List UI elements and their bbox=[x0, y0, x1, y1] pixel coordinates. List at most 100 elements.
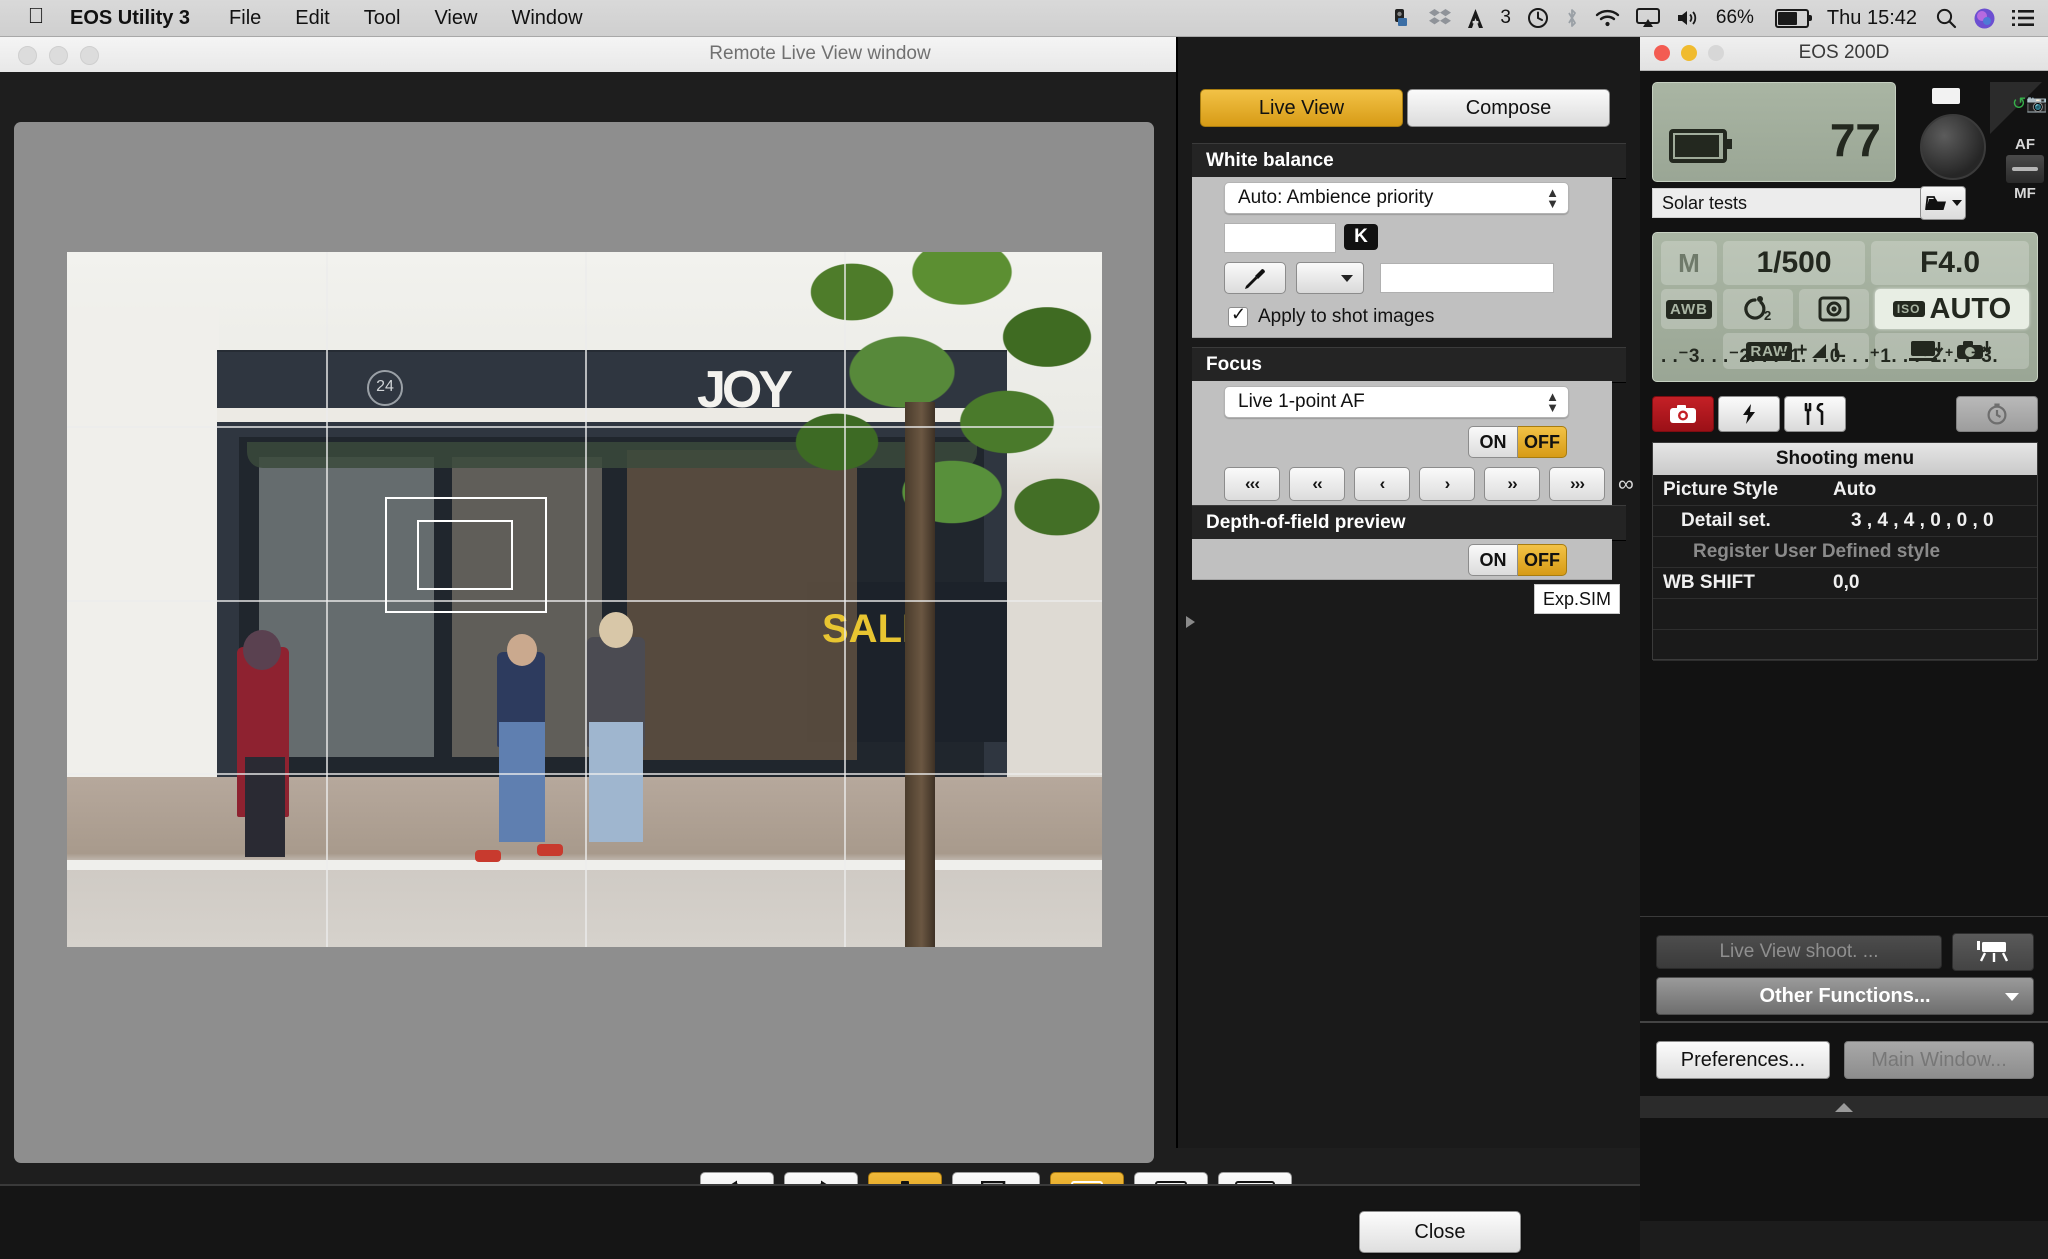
focus-near-1-button[interactable]: ‹ bbox=[1354, 467, 1410, 501]
notification-center-icon[interactable] bbox=[2012, 0, 2034, 36]
menu-row[interactable]: Detail set. 3 , 4 , 4 , 0 , 0 , 0 bbox=[1653, 506, 2037, 537]
menu-row[interactable]: WB SHIFT 0,0 bbox=[1653, 568, 2037, 599]
adobe-icon[interactable] bbox=[1467, 0, 1484, 36]
white-balance-select[interactable]: Auto: Ambience priority ▲ ▼ bbox=[1224, 182, 1569, 214]
dropbox-icon[interactable] bbox=[1429, 0, 1452, 36]
live-view-photo[interactable]: 24 JOY SALE bbox=[67, 252, 1102, 947]
scene-house-number: 24 bbox=[367, 370, 403, 406]
panel-expand-arrow-icon[interactable] bbox=[1186, 616, 1195, 628]
af-mf-switch[interactable]: AF MF bbox=[2006, 136, 2044, 202]
apply-to-shot-images-checkbox[interactable]: Apply to shot images bbox=[1192, 297, 1612, 337]
live-view-shoot-button[interactable]: Live View shoot. ... bbox=[1656, 935, 1942, 969]
scene-person-3-head bbox=[599, 612, 633, 648]
mf-label: MF bbox=[2014, 185, 2036, 202]
camera-upload-icon[interactable] bbox=[1391, 0, 1413, 36]
white-balance-lcd-value: AWB bbox=[1661, 289, 1717, 329]
flash-icon[interactable] bbox=[1718, 396, 1780, 432]
folder-name-field[interactable]: Solar tests bbox=[1652, 188, 1923, 218]
minimize-window-button[interactable] bbox=[49, 46, 68, 65]
infinity-icon: ∞ bbox=[1618, 471, 1634, 496]
airplay-icon[interactable] bbox=[1635, 0, 1660, 36]
af-off-button[interactable]: OFF bbox=[1518, 426, 1567, 458]
eyedropper-icon[interactable] bbox=[1224, 262, 1286, 294]
camera-maximize-button[interactable] bbox=[1708, 45, 1724, 61]
camera-icon[interactable] bbox=[1652, 396, 1714, 432]
menu-row-value: Auto bbox=[1833, 479, 1877, 500]
dof-on-button[interactable]: ON bbox=[1468, 544, 1518, 576]
siri-icon[interactable] bbox=[1973, 0, 1996, 36]
focus-near-2-button[interactable]: ‹‹ bbox=[1289, 467, 1345, 501]
camera-minimize-button[interactable] bbox=[1681, 45, 1697, 61]
bluetooth-icon[interactable] bbox=[1565, 0, 1579, 36]
menu-item-edit[interactable]: Edit bbox=[278, 0, 346, 36]
camera-close-button[interactable] bbox=[1654, 45, 1670, 61]
kelvin-input[interactable] bbox=[1224, 223, 1336, 253]
close-window-button[interactable] bbox=[18, 46, 37, 65]
checkbox-icon bbox=[1228, 304, 1248, 327]
menu-item-file[interactable]: File bbox=[212, 0, 278, 36]
app-root:  EOS Utility 3 File Edit Tool View Wind… bbox=[0, 0, 2048, 1259]
focus-far-2-button[interactable]: ›› bbox=[1484, 467, 1540, 501]
af-mf-toggle-slider[interactable] bbox=[2006, 155, 2044, 183]
volume-icon[interactable] bbox=[1676, 0, 1700, 36]
depth-of-field-row: ON OFF bbox=[1192, 539, 1612, 580]
maximize-window-button[interactable] bbox=[80, 46, 99, 65]
white-balance-value-input[interactable] bbox=[1380, 263, 1554, 293]
preferences-button[interactable]: Preferences... bbox=[1656, 1041, 1830, 1079]
camera-window-traffic-lights bbox=[1654, 45, 1724, 61]
other-functions-button[interactable]: Other Functions... bbox=[1656, 977, 2034, 1015]
af-frame-inner[interactable] bbox=[417, 520, 513, 590]
live-view-preview-pane[interactable]: 24 JOY SALE bbox=[14, 122, 1154, 1163]
menu-row-empty bbox=[1653, 599, 2037, 630]
tab-live-view[interactable]: Live View bbox=[1200, 89, 1403, 127]
focus-mode-select[interactable]: Live 1-point AF ▲ ▼ bbox=[1224, 386, 1569, 418]
control-panel-tabs: Live View Compose bbox=[1200, 89, 1610, 127]
menu-row-empty bbox=[1653, 630, 2037, 661]
menu-bar-status-area: 3 66% Thu 15:42 bbox=[1391, 0, 2048, 36]
folder-icon[interactable] bbox=[1920, 186, 1966, 220]
wifi-icon[interactable] bbox=[1595, 0, 1620, 36]
white-balance-header: White balance bbox=[1192, 143, 1626, 179]
other-functions-label: Other Functions... bbox=[1759, 984, 1931, 1007]
battery-percent-label: 66% bbox=[1715, 7, 1754, 28]
dof-toggle: ON OFF bbox=[1468, 544, 1567, 576]
dof-off-button[interactable]: OFF bbox=[1518, 544, 1567, 576]
menu-app-name[interactable]: EOS Utility 3 bbox=[62, 0, 212, 36]
live-view-window-title: Remote Live View window bbox=[709, 43, 931, 64]
focus-af-toggle-row: ON OFF bbox=[1192, 421, 1612, 462]
apple-icon[interactable]:  bbox=[0, 5, 62, 31]
menu-item-view[interactable]: View bbox=[417, 0, 494, 36]
af-on-button[interactable]: ON bbox=[1468, 426, 1518, 458]
panel-collapse-handle[interactable] bbox=[1640, 1096, 2048, 1118]
tools-icon[interactable] bbox=[1784, 396, 1846, 432]
scene-person-2-head bbox=[507, 634, 537, 666]
close-button[interactable]: Close bbox=[1359, 1211, 1521, 1253]
focus-far-1-button[interactable]: › bbox=[1419, 467, 1475, 501]
camera-window-title-bar[interactable]: EOS 200D bbox=[1640, 36, 2048, 71]
focus-near-3-button[interactable]: ‹‹‹ bbox=[1224, 467, 1280, 501]
chevron-updown-icon: ▲ ▼ bbox=[1546, 389, 1559, 415]
focus-mode-row: Live 1-point AF ▲ ▼ bbox=[1192, 381, 1612, 422]
camera-window-title: EOS 200D bbox=[1798, 42, 1890, 63]
menu-row[interactable]: Picture Style Auto bbox=[1653, 475, 2037, 506]
tab-compose[interactable]: Compose bbox=[1407, 89, 1610, 127]
live-view-control-panel: Live View Compose White balance Auto: Am… bbox=[1176, 36, 1642, 1148]
battery-icon[interactable] bbox=[1774, 8, 1812, 28]
iso-tag: ISO bbox=[1892, 301, 1925, 317]
exp-sim-badge: Exp.SIM bbox=[1533, 584, 1620, 614]
chevron-updown-icon: ▲ ▼ bbox=[1546, 185, 1559, 211]
scene-person-1-legs bbox=[245, 757, 285, 857]
rotate-camera-icon[interactable]: ↺📷 bbox=[2012, 94, 2047, 114]
focus-far-3-button[interactable]: ››› bbox=[1549, 467, 1605, 501]
svg-text:2: 2 bbox=[1764, 308, 1771, 323]
movie-camera-icon[interactable] bbox=[1952, 933, 2034, 971]
menu-bar-clock[interactable]: Thu 15:42 bbox=[1825, 7, 1919, 30]
white-balance-shift-select[interactable] bbox=[1296, 262, 1364, 294]
menu-item-tool[interactable]: Tool bbox=[347, 0, 418, 36]
shutter-speed-value: 1/500 bbox=[1756, 246, 1832, 279]
iso-value-wrap: ISO AUTO bbox=[1875, 289, 2029, 329]
spotlight-search-icon[interactable] bbox=[1935, 0, 1957, 36]
menu-item-window[interactable]: Window bbox=[494, 0, 599, 36]
kelvin-button[interactable]: K bbox=[1344, 224, 1378, 250]
time-machine-icon[interactable] bbox=[1527, 0, 1549, 36]
